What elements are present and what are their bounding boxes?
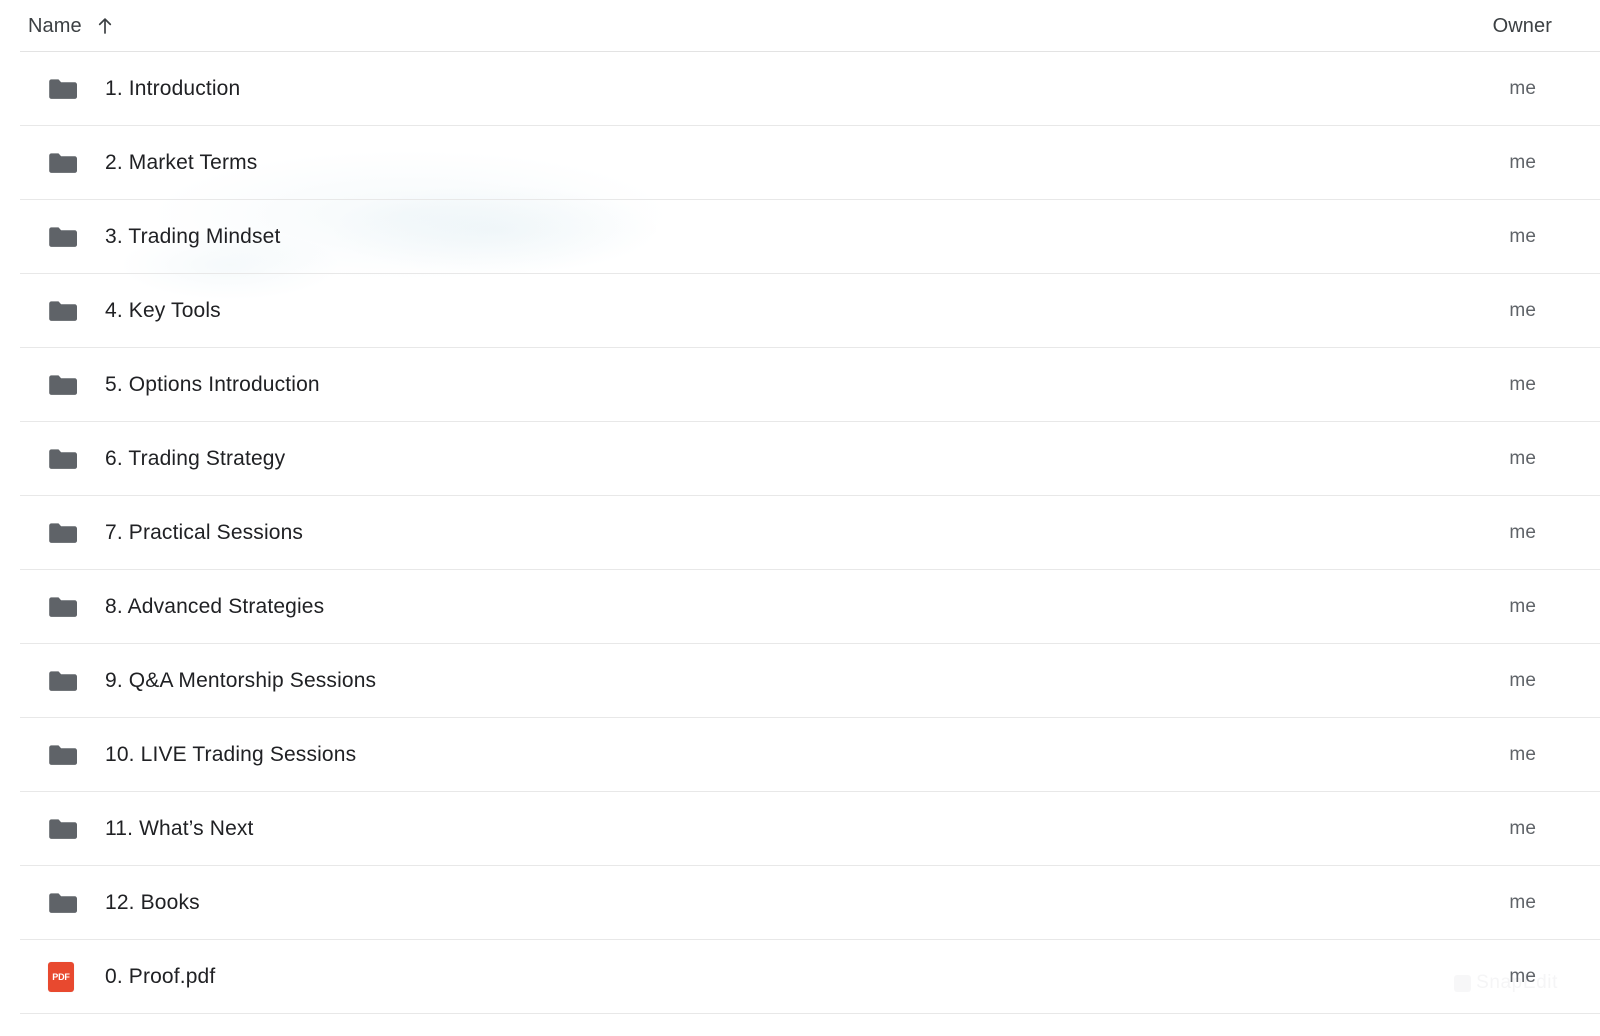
file-row-icon (20, 151, 78, 175)
file-row-label: 9. Q&A Mentorship Sessions (105, 669, 377, 692)
file-row[interactable]: 11. What’s Next me (0, 792, 1600, 866)
file-row-icon (20, 669, 78, 693)
file-row[interactable]: 1. Introduction me (0, 52, 1600, 126)
folder-icon (48, 891, 78, 915)
file-row-label: 8. Advanced Strategies (105, 595, 325, 618)
folder-icon (48, 299, 78, 323)
file-row-name-cell[interactable]: 3. Trading Mindset (20, 225, 1440, 249)
file-row-icon (20, 521, 78, 545)
file-row[interactable]: 3. Trading Mindset me (0, 200, 1600, 274)
file-row-name-cell[interactable]: PDF 0. Proof.pdf (20, 962, 1440, 992)
file-list-view: Name Owner 1. Introduction me 2. Market Te… (0, 0, 1600, 1036)
file-row-label: 6. Trading Strategy (105, 447, 286, 470)
file-row-name-cell[interactable]: 11. What’s Next (20, 817, 1440, 841)
file-row-owner: me (1509, 374, 1536, 395)
file-row-label: 0. Proof.pdf (105, 965, 216, 988)
file-row-owner: me (1509, 966, 1536, 987)
file-row-icon (20, 299, 78, 323)
file-row-name-cell[interactable]: 4. Key Tools (20, 299, 1440, 323)
file-row[interactable]: 10. LIVE Trading Sessions me (0, 718, 1600, 792)
file-row-owner: me (1509, 522, 1536, 543)
file-row-name-cell[interactable]: 2. Market Terms (20, 151, 1440, 175)
folder-icon (48, 817, 78, 841)
folder-icon (48, 521, 78, 545)
file-row-name-cell[interactable]: 9. Q&A Mentorship Sessions (20, 669, 1440, 693)
file-row-owner: me (1509, 818, 1536, 839)
folder-icon (48, 743, 78, 767)
file-row-name-cell[interactable]: 7. Practical Sessions (20, 521, 1440, 545)
file-row-icon (20, 817, 78, 841)
column-header-name[interactable]: Name (20, 15, 1440, 38)
file-row-name-cell[interactable]: 10. LIVE Trading Sessions (20, 743, 1440, 767)
file-row-icon (20, 595, 78, 619)
folder-icon (48, 447, 78, 471)
arrow-up-icon[interactable] (94, 15, 116, 37)
file-row-label: 1. Introduction (105, 77, 241, 100)
folder-icon (48, 225, 78, 249)
file-row-owner: me (1509, 300, 1536, 321)
file-row-label: 5. Options Introduction (105, 373, 320, 396)
folder-icon (48, 669, 78, 693)
column-header-owner[interactable]: Owner (1440, 15, 1580, 38)
file-row-icon (20, 447, 78, 471)
pdf-icon-label: PDF (52, 971, 70, 982)
file-row-owner: me (1509, 448, 1536, 469)
file-row[interactable]: 9. Q&A Mentorship Sessions me (0, 644, 1600, 718)
column-header-name-label: Name (28, 14, 82, 37)
file-row-label: 3. Trading Mindset (105, 225, 281, 248)
file-row-name-cell[interactable]: 6. Trading Strategy (20, 447, 1440, 471)
file-row[interactable]: 12. Books me (0, 866, 1600, 940)
file-row-label: 7. Practical Sessions (105, 521, 304, 544)
file-row-label: 4. Key Tools (105, 299, 221, 322)
file-row-name-cell[interactable]: 12. Books (20, 891, 1440, 915)
file-row-icon: PDF (20, 962, 78, 992)
file-row[interactable]: 6. Trading Strategy me (0, 422, 1600, 496)
folder-icon (48, 151, 78, 175)
folder-icon (48, 77, 78, 101)
file-row[interactable]: PDF 0. Proof.pdf me (0, 940, 1600, 1014)
file-row-icon (20, 77, 78, 101)
file-row-owner: me (1509, 78, 1536, 99)
file-row[interactable]: 7. Practical Sessions me (0, 496, 1600, 570)
file-row-owner: me (1509, 152, 1536, 173)
pdf-icon: PDF (48, 962, 74, 992)
file-row-owner: me (1509, 892, 1536, 913)
list-column-header: Name Owner (0, 0, 1600, 52)
file-row-icon (20, 891, 78, 915)
file-row[interactable]: 2. Market Terms me (0, 126, 1600, 200)
file-row-name-cell[interactable]: 8. Advanced Strategies (20, 595, 1440, 619)
file-row[interactable]: 5. Options Introduction me (0, 348, 1600, 422)
file-row[interactable]: 8. Advanced Strategies me (0, 570, 1600, 644)
file-row-owner: me (1509, 596, 1536, 617)
file-row-owner: me (1509, 744, 1536, 765)
file-row-label: 10. LIVE Trading Sessions (105, 743, 357, 766)
file-row-owner: me (1509, 226, 1536, 247)
file-row-icon (20, 225, 78, 249)
folder-icon (48, 595, 78, 619)
file-row[interactable]: 4. Key Tools me (0, 274, 1600, 348)
file-rows: 1. Introduction me 2. Market Terms me 3. Tra… (0, 52, 1600, 1014)
file-row-name-cell[interactable]: 5. Options Introduction (20, 373, 1440, 397)
file-row-name-cell[interactable]: 1. Introduction (20, 77, 1440, 101)
file-row-owner: me (1509, 670, 1536, 691)
file-row-icon (20, 743, 78, 767)
file-row-label: 11. What’s Next (105, 817, 254, 840)
file-row-icon (20, 373, 78, 397)
file-row-label: 12. Books (105, 891, 200, 914)
file-row-label: 2. Market Terms (105, 151, 258, 174)
folder-icon (48, 373, 78, 397)
